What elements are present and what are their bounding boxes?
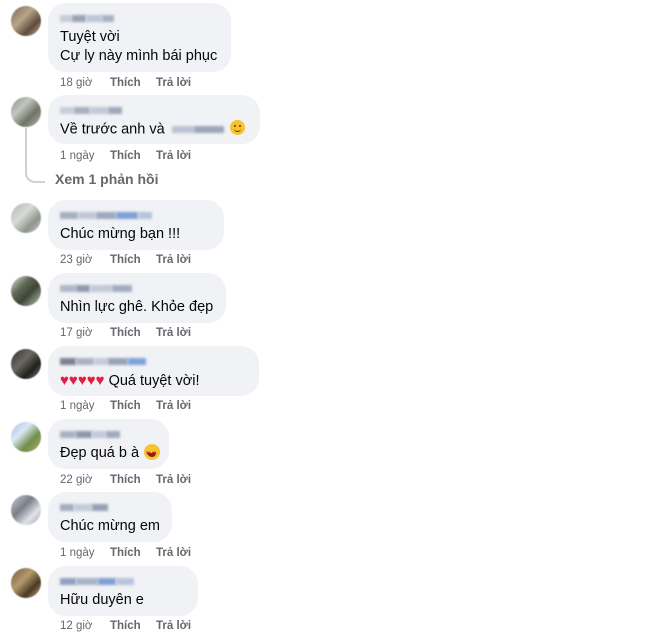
avatar[interactable] — [11, 203, 41, 233]
avatar[interactable] — [11, 276, 41, 306]
comment-time[interactable]: 1 ngày — [60, 150, 110, 162]
comment-bubble: Tuyệt vời Cự ly này mình bái phục — [48, 3, 231, 72]
comment-time[interactable]: 12 giờ — [60, 620, 110, 632]
comment-text: Hữu duyên e — [60, 592, 144, 608]
mentioned-name[interactable] — [171, 120, 224, 139]
commenter-name[interactable] — [60, 104, 248, 116]
comment-time[interactable]: 22 giờ — [60, 474, 110, 486]
comment-text: Chúc mừng em — [60, 518, 160, 534]
comment-time[interactable]: 23 giờ — [60, 254, 110, 266]
reply-button[interactable]: Trả lời — [156, 77, 191, 89]
reply-button[interactable]: Trả lời — [156, 254, 191, 266]
comment-bubble: Về trước anh và — [48, 95, 260, 144]
thread-connector — [25, 128, 45, 183]
comment-meta: 23 giờ Thích Trả lời — [60, 254, 191, 266]
commenter-name[interactable] — [60, 575, 186, 587]
commenter-name[interactable] — [60, 12, 219, 24]
like-button[interactable]: Thích — [110, 150, 156, 162]
reply-button[interactable]: Trả lời — [156, 400, 191, 412]
comment-text: Tuyệt vời — [60, 29, 120, 45]
like-button[interactable]: Thích — [110, 327, 156, 339]
comment-time[interactable]: 18 giờ — [60, 77, 110, 89]
like-button[interactable]: Thích — [110, 474, 156, 486]
commenter-name[interactable] — [60, 501, 160, 513]
commenter-name[interactable] — [60, 209, 212, 221]
comment-time[interactable]: 1 ngày — [60, 400, 110, 412]
comment-meta: 17 giờ Thích Trả lời — [60, 327, 191, 339]
comment-text: Nhìn lực ghê. Khỏe đẹp — [60, 299, 214, 315]
avatar[interactable] — [11, 349, 41, 379]
comment-text: Về trước anh và — [60, 121, 165, 138]
comment-bubble: Nhìn lực ghê. Khỏe đẹp — [48, 273, 226, 323]
comment-bubble: Đẹp quá b à — [48, 419, 169, 469]
like-button[interactable]: Thích — [110, 400, 156, 412]
commenter-name[interactable] — [60, 282, 214, 294]
like-button[interactable]: Thích — [110, 547, 156, 559]
comment-meta: 12 giờ Thích Trả lời — [60, 620, 191, 632]
avatar[interactable] — [11, 422, 41, 452]
comment-meta: 22 giờ Thích Trả lời — [60, 474, 191, 486]
like-button[interactable]: Thích — [110, 620, 156, 632]
avatar[interactable] — [11, 6, 41, 36]
comment-meta: 1 ngày Thích Trả lời — [60, 150, 191, 162]
avatar[interactable] — [11, 97, 41, 127]
like-button[interactable]: Thích — [110, 77, 156, 89]
comment-meta: 1 ngày Thích Trả lời — [60, 547, 191, 559]
view-replies-link[interactable]: Xem 1 phản hồi — [55, 171, 158, 187]
avatar[interactable] — [11, 495, 41, 525]
hearts-emoji: ♥♥♥♥♥ — [60, 372, 105, 389]
comment-text: Chúc mừng bạn !!! — [60, 226, 181, 242]
comment-bubble: ♥♥♥♥♥ Quá tuyệt vời! — [48, 346, 259, 396]
comment-text: Quá tuyệt vời! — [108, 373, 200, 389]
avatar[interactable] — [11, 568, 41, 598]
reply-button[interactable]: Trả lời — [156, 150, 191, 162]
comment-time[interactable]: 17 giờ — [60, 327, 110, 339]
comment-meta: 1 ngày Thích Trả lời — [60, 400, 191, 412]
like-button[interactable]: Thích — [110, 254, 156, 266]
smile-icon — [229, 120, 245, 136]
commenter-name[interactable] — [60, 428, 157, 440]
comment-text-line-2: Cự ly này mình bái phục — [60, 48, 218, 64]
comment-time[interactable]: 1 ngày — [60, 547, 110, 559]
reply-button[interactable]: Trả lời — [156, 547, 191, 559]
comment-text: Đẹp quá b à — [60, 445, 140, 461]
heart-eyes-icon — [144, 444, 161, 463]
reply-button[interactable]: Trả lời — [156, 327, 191, 339]
reply-button[interactable]: Trả lời — [156, 474, 191, 486]
comment-meta: 18 giờ Thích Trả lời — [60, 77, 191, 89]
reply-button[interactable]: Trả lời — [156, 620, 191, 632]
comment-bubble: Chúc mừng em — [48, 492, 172, 542]
comment-bubble: Hữu duyên e — [48, 566, 198, 616]
commenter-name[interactable] — [60, 355, 247, 367]
comment-bubble: Chúc mừng bạn !!! — [48, 200, 224, 250]
